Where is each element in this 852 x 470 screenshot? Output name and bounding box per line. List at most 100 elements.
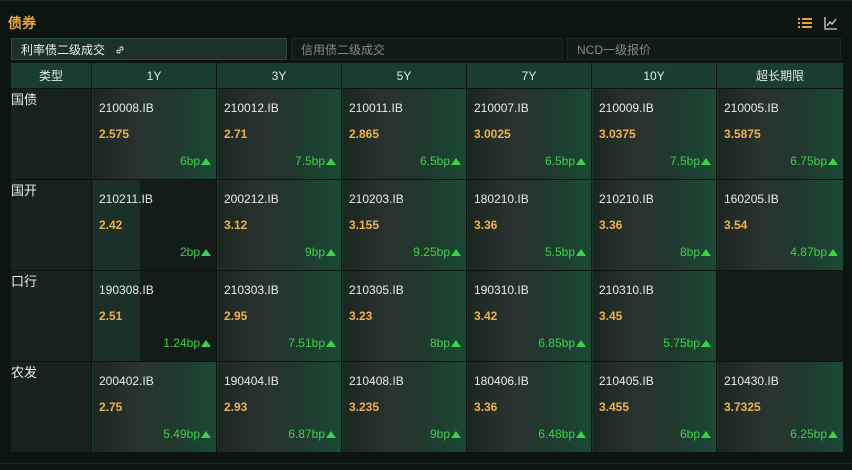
table-row: 国开 210211.IB 2.42 2bp 200212.IB 3.12 9bp 210203… (10, 179, 844, 271)
bond-cell[interactable]: 210305.IB 3.23 8bp (341, 270, 467, 362)
bp-change: 6.25bp (790, 427, 838, 441)
row-type-label: 口行 (10, 270, 92, 362)
bp-value: 8bp (429, 336, 450, 350)
bp-value: 6.85bp (538, 336, 575, 350)
column-header-type: 类型 (10, 62, 92, 89)
bond-cell[interactable]: 210012.IB 2.71 7.5bp (216, 88, 342, 180)
bond-yield: 3.23 (349, 309, 373, 323)
up-arrow-icon (828, 249, 838, 256)
bond-cell[interactable]: 210007.IB 3.0025 6.5bp (466, 88, 592, 180)
bond-yield: 2.93 (224, 400, 248, 414)
up-arrow-icon (201, 249, 211, 256)
up-arrow-icon (201, 340, 211, 347)
bond-cell[interactable]: 210408.IB 3.235 9bp (341, 361, 467, 453)
empty-cell (716, 270, 844, 362)
bp-value: 6.87bp (288, 427, 325, 441)
bond-cell[interactable]: 190310.IB 3.42 6.85bp (466, 270, 592, 362)
line-chart-icon[interactable] (824, 16, 838, 30)
bond-yield: 3.0025 (474, 127, 511, 141)
bp-value: 4.87bp (790, 245, 827, 259)
column-header-1y: 1Y (91, 62, 217, 89)
bond-code: 180406.IB (474, 374, 529, 388)
bp-change: 6.75bp (790, 154, 838, 168)
bp-change: 2bp (180, 245, 211, 259)
bp-value: 1.24bp (163, 336, 200, 350)
up-arrow-icon (201, 431, 211, 438)
up-arrow-icon (576, 158, 586, 165)
row-type-label: 国开 (10, 179, 92, 271)
bond-cell[interactable]: 200212.IB 3.12 9bp (216, 179, 342, 271)
table-row: 农发 200402.IB 2.75 5.49bp 190404.IB 2.93 6.87bp… (10, 361, 844, 453)
list-icon[interactable] (798, 16, 812, 30)
bond-cell[interactable]: 210008.IB 2.575 6bp (91, 88, 217, 180)
link-icon[interactable] (114, 44, 126, 56)
bond-code: 210310.IB (599, 283, 654, 297)
bp-value: 9bp (429, 427, 450, 441)
header-icons (798, 16, 838, 30)
bond-yield: 3.235 (349, 400, 380, 414)
bond-code: 210303.IB (224, 283, 279, 297)
up-arrow-icon (326, 249, 336, 256)
bp-change: 6bp (680, 427, 711, 441)
bond-code: 210012.IB (224, 101, 279, 115)
bp-change: 6bp (180, 154, 211, 168)
bp-value: 6.48bp (538, 427, 575, 441)
bond-code: 160205.IB (724, 192, 779, 206)
bp-change: 6.48bp (538, 427, 586, 441)
bond-cell[interactable]: 210011.IB 2.865 6.5bp (341, 88, 467, 180)
tab-label: 信用债二级成交 (301, 43, 386, 57)
bond-cell[interactable]: 180210.IB 3.36 5.5bp (466, 179, 592, 271)
bp-change: 5.49bp (163, 427, 211, 441)
bp-value: 6.75bp (790, 154, 827, 168)
bond-cell[interactable]: 210430.IB 3.7325 6.25bp (716, 361, 844, 453)
bond-code: 210405.IB (599, 374, 654, 388)
up-arrow-icon (326, 340, 336, 347)
bp-change: 6.5bp (420, 154, 461, 168)
bond-yield: 3.12 (224, 218, 248, 232)
up-arrow-icon (576, 249, 586, 256)
bond-yield: 2.865 (349, 127, 380, 141)
bond-yield: 3.36 (474, 400, 498, 414)
bond-yield: 2.575 (99, 127, 130, 141)
bond-cell[interactable]: 210210.IB 3.36 8bp (591, 179, 717, 271)
bond-cell[interactable]: 180406.IB 3.36 6.48bp (466, 361, 592, 453)
tab-label: 利率债二级成交 (21, 43, 106, 57)
bond-yield-table: 类型 1Y 3Y 5Y 7Y 10Y 超长期限 国债 210008.IB 2.575… (10, 62, 844, 453)
up-arrow-icon (701, 431, 711, 438)
bp-change: 5.5bp (545, 245, 586, 259)
up-arrow-icon (828, 431, 838, 438)
bond-cell[interactable]: 210203.IB 3.155 9.25bp (341, 179, 467, 271)
bond-code: 210408.IB (349, 374, 404, 388)
bond-cell[interactable]: 200402.IB 2.75 5.49bp (91, 361, 217, 453)
bp-change: 9bp (430, 427, 461, 441)
bond-cell[interactable]: 210211.IB 2.42 2bp (91, 179, 217, 271)
bp-change: 5.75bp (663, 336, 711, 350)
bond-yield: 3.36 (599, 218, 623, 232)
bp-change: 7.5bp (670, 154, 711, 168)
bond-yield: 2.51 (99, 309, 123, 323)
bp-change: 8bp (430, 336, 461, 350)
bond-cell[interactable]: 210009.IB 3.0375 7.5bp (591, 88, 717, 180)
bond-yield: 3.42 (474, 309, 498, 323)
bond-code: 210430.IB (724, 374, 779, 388)
bond-cell[interactable]: 190404.IB 2.93 6.87bp (216, 361, 342, 453)
bond-cell[interactable]: 190308.IB 2.51 1.24bp (91, 270, 217, 362)
bond-code: 210009.IB (599, 101, 654, 115)
bp-change: 6.85bp (538, 336, 586, 350)
bond-cell[interactable]: 160205.IB 3.54 4.87bp (716, 179, 844, 271)
bond-cell[interactable]: 210005.IB 3.5875 6.75bp (716, 88, 844, 180)
bp-value: 5.49bp (163, 427, 200, 441)
bond-cell[interactable]: 210405.IB 3.455 6bp (591, 361, 717, 453)
tab-ncd-primary-quote[interactable]: NCD一级报价 (567, 38, 841, 60)
bond-code: 210305.IB (349, 283, 404, 297)
up-arrow-icon (451, 340, 461, 347)
tab-rate-bond-secondary[interactable]: 利率债二级成交 (11, 38, 287, 60)
tab-credit-bond-secondary[interactable]: 信用债二级成交 (291, 38, 563, 60)
bond-cell[interactable]: 210310.IB 3.45 5.75bp (591, 270, 717, 362)
bond-code: 190404.IB (224, 374, 279, 388)
panel-header: 债券 (0, 9, 852, 37)
bp-change: 9bp (305, 245, 336, 259)
bp-change: 9.25bp (413, 245, 461, 259)
up-arrow-icon (326, 431, 336, 438)
bond-cell[interactable]: 210303.IB 2.95 7.51bp (216, 270, 342, 362)
